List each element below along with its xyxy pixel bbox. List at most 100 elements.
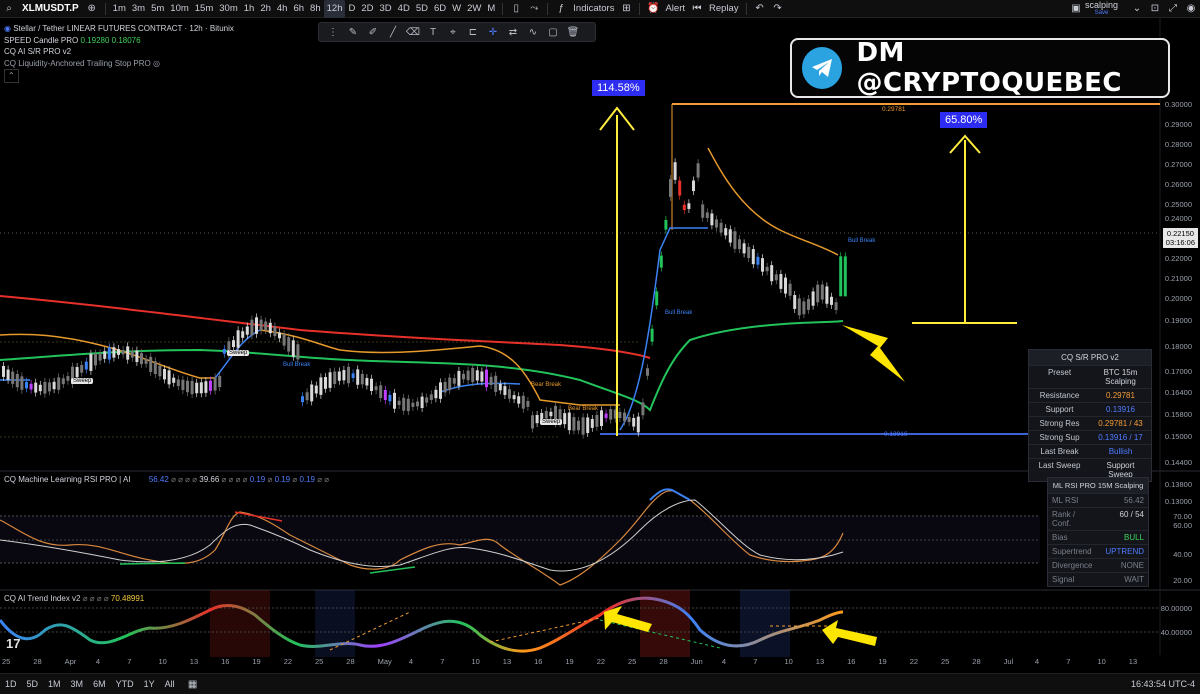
range-1m[interactable]: 1M xyxy=(43,679,66,689)
range-1y[interactable]: 1Y xyxy=(139,679,160,689)
range-3m[interactable]: 3M xyxy=(66,679,89,689)
sr-table-rows: Preset BTC 15m Scalping Resistance 0.29781 S… xyxy=(1029,365,1151,481)
price-tick: 0.20000 xyxy=(1164,294,1192,303)
candle-body xyxy=(356,369,360,385)
candle-body xyxy=(342,370,346,381)
date-tick: 13 xyxy=(189,657,199,666)
candle-body xyxy=(503,386,507,395)
price-tick: 0.29000 xyxy=(1164,120,1192,129)
date-tick: 10 xyxy=(471,657,480,666)
candle-body xyxy=(512,395,516,400)
trend-axis-tick: 40.00000 xyxy=(1160,628,1192,637)
ml-row-value: 56.42 xyxy=(1123,496,1144,505)
ml-table-row: Bias BULL xyxy=(1048,530,1148,544)
price-tick: 0.16400 xyxy=(1164,388,1192,397)
candle-body xyxy=(544,410,548,419)
candle-body xyxy=(705,212,709,219)
candle-body xyxy=(825,286,829,304)
candle-body xyxy=(618,411,622,419)
candle-body xyxy=(590,419,594,428)
price-tick: 0.14400 xyxy=(1164,458,1192,467)
ml-row-key: Divergence xyxy=(1052,561,1093,570)
candle-body xyxy=(448,377,452,391)
candle-body xyxy=(830,296,833,305)
candle-body xyxy=(696,163,700,178)
date-tick: 7 xyxy=(753,657,758,666)
sr-row-key: Strong Res xyxy=(1039,419,1080,428)
sr-row-key: Preset xyxy=(1047,368,1072,377)
ml-row-value: 60 / 54 xyxy=(1119,510,1144,519)
date-tick: Jul xyxy=(1003,657,1014,666)
date-tick: 25 xyxy=(2,657,11,666)
candle-body xyxy=(807,299,810,310)
candle-body xyxy=(411,402,415,407)
candle-body xyxy=(328,372,332,388)
range-1d[interactable]: 1D xyxy=(0,679,22,689)
candle-body xyxy=(600,410,603,427)
candle-body xyxy=(20,376,24,390)
ml-table-row: Signal WAIT xyxy=(1048,572,1148,586)
price-chart[interactable]: 17 xyxy=(0,0,1200,694)
candle-body xyxy=(733,231,737,249)
range-6m[interactable]: 6M xyxy=(88,679,111,689)
candle-body xyxy=(61,378,65,385)
trend-pane-label-row[interactable]: CQ AI Trend Index v2 ⌀ ⌀ ⌀ ⌀ 70.48991 xyxy=(4,594,144,603)
candle-body xyxy=(535,415,539,424)
rsi-null-icon-4: ⌀ xyxy=(292,475,298,484)
candle-body xyxy=(434,389,438,399)
range-ytd[interactable]: YTD xyxy=(111,679,139,689)
candle-body xyxy=(209,380,212,391)
candle-body xyxy=(75,367,79,378)
range-5d[interactable]: 5D xyxy=(22,679,44,689)
candle-body xyxy=(351,373,355,379)
date-tick: 10 xyxy=(158,657,167,666)
sr-table-row: Strong Sup 0.13916 / 17 xyxy=(1029,430,1151,444)
candle-body xyxy=(89,353,93,371)
candle-body xyxy=(218,376,222,388)
candle-body xyxy=(526,400,530,407)
candle-body xyxy=(15,374,19,388)
sr-row-value: 0.13916 / 17 xyxy=(1098,433,1143,442)
rsi-pane-label-row[interactable]: CQ Machine Learning RSI PRO | AI 56.42 ⌀… xyxy=(4,475,329,484)
candle-body xyxy=(324,377,327,389)
sr-row-key: Strong Sup xyxy=(1039,433,1080,442)
candle-body xyxy=(360,373,364,385)
candle-body xyxy=(365,378,369,386)
candle-body xyxy=(462,373,465,380)
candle-body xyxy=(604,413,608,419)
candle-body xyxy=(669,179,672,197)
ml-row-key: Rank / Conf. xyxy=(1052,510,1076,528)
date-tick: 28 xyxy=(346,657,355,666)
range-all[interactable]: All xyxy=(160,679,180,689)
candle-body xyxy=(770,265,774,282)
ml-row-key: ML RSI xyxy=(1052,496,1079,505)
ml-row-key: Supertrend xyxy=(1052,547,1092,556)
date-tick: 4 xyxy=(1034,657,1040,666)
candle-body xyxy=(521,395,525,409)
date-tick: 28 xyxy=(33,657,42,666)
candle-body xyxy=(761,258,764,272)
candle-body xyxy=(710,213,714,226)
price-tick: 0.27000 xyxy=(1164,160,1192,169)
calendar-icon[interactable]: ▦ xyxy=(186,677,200,691)
candle-body xyxy=(190,380,194,395)
sr-table-row: Resistance 0.29781 xyxy=(1029,388,1151,402)
candle-body xyxy=(563,413,567,425)
candle-body xyxy=(756,256,760,265)
date-tick: 22 xyxy=(596,657,606,666)
trend-yellow-arrow-2 xyxy=(822,620,877,646)
utc-clock[interactable]: 16:43:54 UTC-4 xyxy=(1126,679,1200,689)
candle-body xyxy=(397,400,401,405)
date-tick: 10 xyxy=(1097,657,1106,666)
candle-body xyxy=(774,274,778,281)
candle-body xyxy=(43,381,47,394)
trend-axis-tick: 80.00000 xyxy=(1160,604,1192,613)
price-tick: 0.13000 xyxy=(1164,497,1192,506)
sr-row-value: Bullish xyxy=(1108,447,1133,456)
candle-body xyxy=(765,266,769,272)
candle-body xyxy=(609,409,613,420)
gain-badge-right: 65.80% xyxy=(940,112,988,128)
candle-body xyxy=(475,370,479,381)
candle-body xyxy=(793,295,797,309)
candle-body xyxy=(264,321,268,331)
